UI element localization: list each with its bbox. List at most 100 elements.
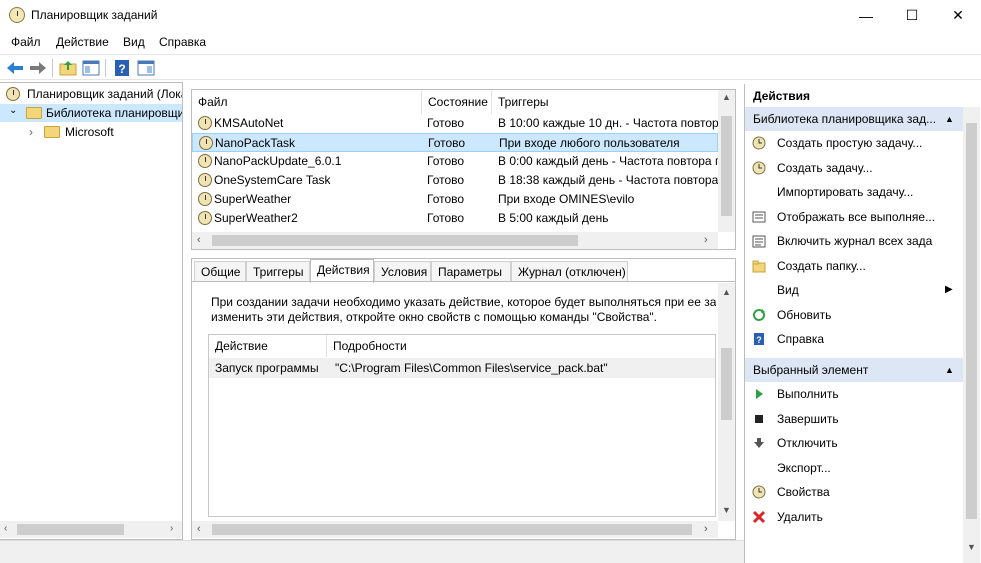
task-clock-icon xyxy=(198,192,212,206)
table-row[interactable]: NanoPackUpdate_6.0.1 Готово В 0:00 каждый … xyxy=(192,152,718,171)
table-row[interactable]: NanoPackTask Готово При входе любого польз… xyxy=(192,133,718,152)
forward-arrow-icon[interactable] xyxy=(28,58,48,78)
menu-help[interactable]: Справка xyxy=(159,35,206,49)
column-header-action[interactable]: Действие xyxy=(209,335,327,357)
scheduler-folder-icon xyxy=(26,107,42,119)
action-item[interactable]: Удалить xyxy=(745,505,963,529)
task-trigger-cell: В 0:00 каждый день - Частота повтора п xyxy=(498,154,718,168)
scroll-left-icon[interactable]: ‹ xyxy=(197,234,201,246)
scroll-up-icon[interactable]: ▲ xyxy=(722,92,731,102)
tab-6[interactable]: Журнал (отключен) xyxy=(511,261,628,282)
scroll-right-icon[interactable]: › xyxy=(704,234,708,246)
menu-file[interactable]: Файл xyxy=(11,35,41,49)
help-icon[interactable]: ? xyxy=(112,58,132,78)
action-item-label: Отображать все выполняе... xyxy=(777,209,936,224)
scrollbar-thumb[interactable] xyxy=(721,348,732,420)
action-item[interactable]: Отображать все выполняе... xyxy=(745,205,963,229)
action-item[interactable]: Выполнить xyxy=(745,382,963,406)
action-item[interactable]: Создать простую задачу... xyxy=(745,131,963,155)
task-list-vertical-scrollbar[interactable]: ▲ xyxy=(718,90,735,232)
tree-horizontal-scrollbar[interactable]: ‹ › xyxy=(0,521,182,538)
actions-section-selected[interactable]: Выбранный элемент ▲ xyxy=(745,358,963,382)
task-status-cell: Готово xyxy=(427,116,465,130)
details-horizontal-scrollbar[interactable]: ‹ › xyxy=(192,521,718,538)
up-folder-icon[interactable] xyxy=(58,58,78,78)
actions-vertical-scrollbar[interactable]: ▼ xyxy=(963,107,980,563)
task-status-cell: Готово xyxy=(427,154,465,168)
action-item[interactable]: Вид ▶ xyxy=(745,278,963,302)
menu-action[interactable]: Действие xyxy=(56,35,109,49)
table-row[interactable]: OneSystemCare Task Готово В 18:38 каждый д… xyxy=(192,171,718,190)
scroll-down-icon[interactable]: ▼ xyxy=(967,542,976,552)
action-item[interactable]: Включить журнал всех зада xyxy=(745,229,963,253)
tab-5[interactable]: Параметры xyxy=(431,261,511,282)
action-item-label: Отключить xyxy=(777,436,838,450)
task-scheduler-clock-icon xyxy=(9,7,25,23)
tree-item-root[interactable]: Планировщик заданий (Локальный) xyxy=(0,85,182,103)
details-vertical-scrollbar[interactable]: ▲ ▼ xyxy=(718,283,735,521)
collapse-up-icon[interactable]: ▲ xyxy=(945,107,954,131)
scroll-right-icon[interactable]: › xyxy=(704,523,708,535)
task-name-cell: OneSystemCare Task xyxy=(214,173,331,187)
column-header-status[interactable]: Состояние xyxy=(422,90,492,114)
task-trigger-cell: В 18:38 каждый день - Частота повтора п xyxy=(498,173,718,187)
action-item-label: Экспорт... xyxy=(777,460,831,475)
menu-view[interactable]: Вид xyxy=(123,35,145,49)
tab-1[interactable]: Общие xyxy=(194,261,246,282)
scroll-down-icon[interactable]: ▼ xyxy=(722,505,731,515)
action-item[interactable]: ? Справка xyxy=(745,327,963,351)
tab-4[interactable]: Условия xyxy=(374,261,431,282)
table-row[interactable]: KMSAutoNet Готово В 10:00 каждые 10 дн. - … xyxy=(192,114,718,133)
maximize-button[interactable]: ☐ xyxy=(889,0,935,31)
task-clock-icon xyxy=(198,211,212,225)
chevron-right-icon[interactable]: › xyxy=(29,125,33,139)
table-row[interactable]: SuperWeather2 Готово В 5:00 каждый день xyxy=(192,209,718,228)
create-task-icon xyxy=(752,161,766,174)
task-list-horizontal-scrollbar[interactable]: ‹ › xyxy=(192,232,718,249)
actions-section-library[interactable]: Библиотека планировщика зад... ▲ xyxy=(745,107,963,131)
run-icon xyxy=(756,389,763,399)
chevron-down-icon[interactable]: ⌄ xyxy=(9,105,17,116)
action-item[interactable]: Отключить xyxy=(745,431,963,455)
scroll-left-icon[interactable]: ‹ xyxy=(4,523,7,534)
task-scheduler-clock-icon xyxy=(6,87,20,101)
scroll-up-icon[interactable]: ▲ xyxy=(722,287,731,297)
action-item[interactable]: Создать задачу... xyxy=(745,156,963,180)
scroll-right-icon[interactable]: › xyxy=(170,523,173,534)
tree-item-library[interactable]: ⌄ Библиотека планировщика заданий xyxy=(0,104,182,122)
action-item-label: Выполнить xyxy=(777,387,839,401)
minimize-button[interactable]: — xyxy=(843,0,889,31)
action-item[interactable]: Экспорт... xyxy=(745,456,963,480)
collapse-up-icon[interactable]: ▲ xyxy=(945,358,954,382)
show-hide-action-pane-icon[interactable] xyxy=(136,58,156,78)
action-item[interactable]: Свойства xyxy=(745,480,963,504)
task-clock-icon xyxy=(198,173,212,187)
scrollbar-thumb[interactable] xyxy=(212,524,692,535)
task-clock-icon xyxy=(198,154,212,168)
action-item-label: Удалить xyxy=(777,509,823,524)
scrollbar-thumb[interactable] xyxy=(17,524,124,535)
back-arrow-icon[interactable] xyxy=(5,58,25,78)
close-button[interactable]: ✕ xyxy=(935,0,981,31)
column-header-file[interactable]: Файл xyxy=(192,90,422,114)
scrollbar-thumb[interactable] xyxy=(966,123,977,519)
action-item[interactable]: Импортировать задачу... xyxy=(745,180,963,204)
column-header-details[interactable]: Подробности xyxy=(327,335,717,357)
action-item[interactable]: Обновить xyxy=(745,303,963,327)
delete-icon xyxy=(752,510,766,523)
task-status-cell: Готово xyxy=(428,136,466,150)
tree-item-microsoft[interactable]: › Microsoft xyxy=(0,123,182,141)
tab-2[interactable]: Триггеры xyxy=(246,261,310,282)
table-row[interactable]: SuperWeather Готово При входе OMINES\evilo xyxy=(192,190,718,209)
scrollbar-thumb[interactable] xyxy=(212,235,578,246)
action-item[interactable]: Завершить xyxy=(745,407,963,431)
actions-section-library-label: Библиотека планировщика зад... xyxy=(753,112,937,126)
scroll-left-icon[interactable]: ‹ xyxy=(197,523,201,535)
table-row[interactable]: Запуск программы "C:\Program Files\Commo… xyxy=(209,358,715,378)
tab-3[interactable]: Действия xyxy=(310,259,374,283)
scrollbar-thumb[interactable] xyxy=(721,116,732,216)
show-hide-console-tree-icon[interactable] xyxy=(81,58,101,78)
column-header-triggers[interactable]: Триггеры xyxy=(492,90,718,114)
action-item[interactable]: Создать папку... xyxy=(745,254,963,278)
action-item-label: Завершить xyxy=(777,411,839,426)
